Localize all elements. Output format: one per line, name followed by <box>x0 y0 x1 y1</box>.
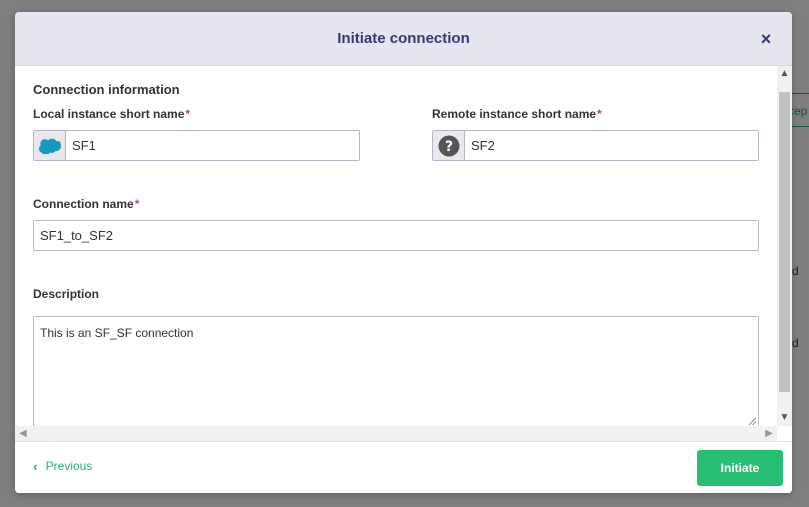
close-icon[interactable]: × <box>756 29 776 49</box>
remote-instance-field[interactable]: ? SF2 <box>432 130 759 161</box>
salesforce-cloud-icon <box>34 131 66 160</box>
svg-text:?: ? <box>444 139 452 155</box>
required-marker: * <box>597 107 602 121</box>
connection-name-value: SF1_to_SF2 <box>40 228 113 243</box>
description-label: Description <box>33 287 100 301</box>
local-instance-field[interactable]: SF1 <box>33 130 360 161</box>
description-value: This is an SF_SF connection <box>40 326 194 340</box>
remote-instance-value: SF2 <box>471 138 495 153</box>
required-marker: * <box>134 197 140 211</box>
horizontal-scrollbar[interactable]: ◀ ▶ <box>15 426 777 441</box>
dialog-body: Connection information Local instance sh… <box>15 66 777 426</box>
initiate-connection-dialog: Initiate connection × Connection informa… <box>15 12 792 493</box>
resize-grip-icon[interactable] <box>748 417 756 425</box>
question-circle-icon: ? <box>433 131 465 160</box>
connection-name-input[interactable]: SF1_to_SF2 <box>33 220 759 251</box>
dialog-title: Initiate connection <box>337 30 470 47</box>
previous-button[interactable]: ‹ Previous <box>33 458 92 474</box>
remote-instance-label: Remote instance short name* <box>432 107 602 121</box>
background-text: d <box>792 264 799 278</box>
chevron-left-icon: ‹ <box>33 458 38 474</box>
initiate-button[interactable]: Initiate <box>697 450 783 486</box>
local-instance-label: Local instance short name* <box>33 107 191 121</box>
previous-label: Previous <box>45 459 93 473</box>
scroll-down-arrow-icon[interactable]: ▼ <box>777 410 792 426</box>
scrollbar-thumb[interactable] <box>779 92 790 392</box>
dialog-footer: ‹ Previous Initiate <box>15 441 792 493</box>
section-title: Connection information <box>33 82 180 97</box>
dialog-header: Initiate connection × <box>15 12 792 66</box>
scroll-up-arrow-icon[interactable]: ▲ <box>777 66 792 82</box>
background-text: d <box>792 336 799 350</box>
scroll-right-arrow-icon[interactable]: ▶ <box>761 426 777 441</box>
connection-name-label: Connection name* <box>33 197 140 211</box>
scroll-left-arrow-icon[interactable]: ◀ <box>15 426 31 441</box>
description-textarea[interactable]: This is an SF_SF connection <box>33 316 759 426</box>
required-marker: * <box>185 107 191 121</box>
local-instance-value: SF1 <box>72 138 96 153</box>
vertical-scrollbar[interactable]: ▲ ▼ <box>777 66 792 426</box>
